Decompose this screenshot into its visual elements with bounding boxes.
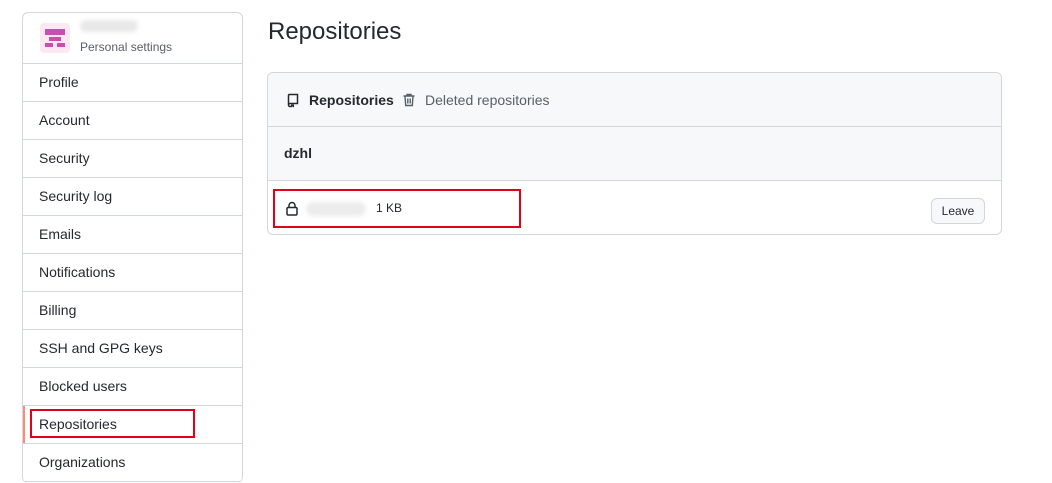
repo-row: 1 KB Leave <box>268 181 1001 234</box>
sidebar-item-organizations[interactable]: Organizations <box>23 444 242 482</box>
tab-deleted-repositories-label: Deleted repositories <box>425 91 550 108</box>
repositories-panel: Repositories Deleted repositories dzhl 1… <box>267 72 1002 235</box>
leave-button[interactable]: Leave <box>931 198 985 224</box>
sidebar-header: Personal settings <box>23 13 242 64</box>
username-redacted <box>80 20 138 32</box>
avatar[interactable] <box>40 23 70 53</box>
tab-repositories-label: Repositories <box>309 91 394 108</box>
repositories-tabs: Repositories Deleted repositories <box>268 73 1001 127</box>
sidebar-item-emails[interactable]: Emails <box>23 216 242 254</box>
sidebar-item-billing[interactable]: Billing <box>23 292 242 330</box>
tab-deleted-repositories[interactable]: Deleted repositories <box>401 73 550 126</box>
trash-icon <box>403 93 415 106</box>
sidebar-item-blocked-users[interactable]: Blocked users <box>23 368 242 406</box>
sidebar-item-ssh-gpg-keys[interactable]: SSH and GPG keys <box>23 330 242 368</box>
tab-repositories[interactable]: Repositories <box>285 73 394 126</box>
lock-icon <box>286 201 298 216</box>
page-title: Repositories <box>268 18 402 45</box>
sidebar-subtitle: Personal settings <box>80 40 173 54</box>
org-header: dzhl <box>268 127 1001 181</box>
repo-name-redacted[interactable] <box>306 202 366 216</box>
sidebar-item-repositories[interactable]: Repositories <box>23 406 242 444</box>
sidebar-item-security-log[interactable]: Security log <box>23 178 242 216</box>
repo-icon <box>287 93 299 107</box>
sidebar-item-profile[interactable]: Profile <box>23 64 242 102</box>
sidebar-item-notifications[interactable]: Notifications <box>23 254 242 292</box>
settings-sidebar: Personal settings Profile Account Securi… <box>22 12 243 483</box>
repo-size: 1 KB <box>376 201 403 215</box>
sidebar-item-account[interactable]: Account <box>23 102 242 140</box>
sidebar-item-security[interactable]: Security <box>23 140 242 178</box>
